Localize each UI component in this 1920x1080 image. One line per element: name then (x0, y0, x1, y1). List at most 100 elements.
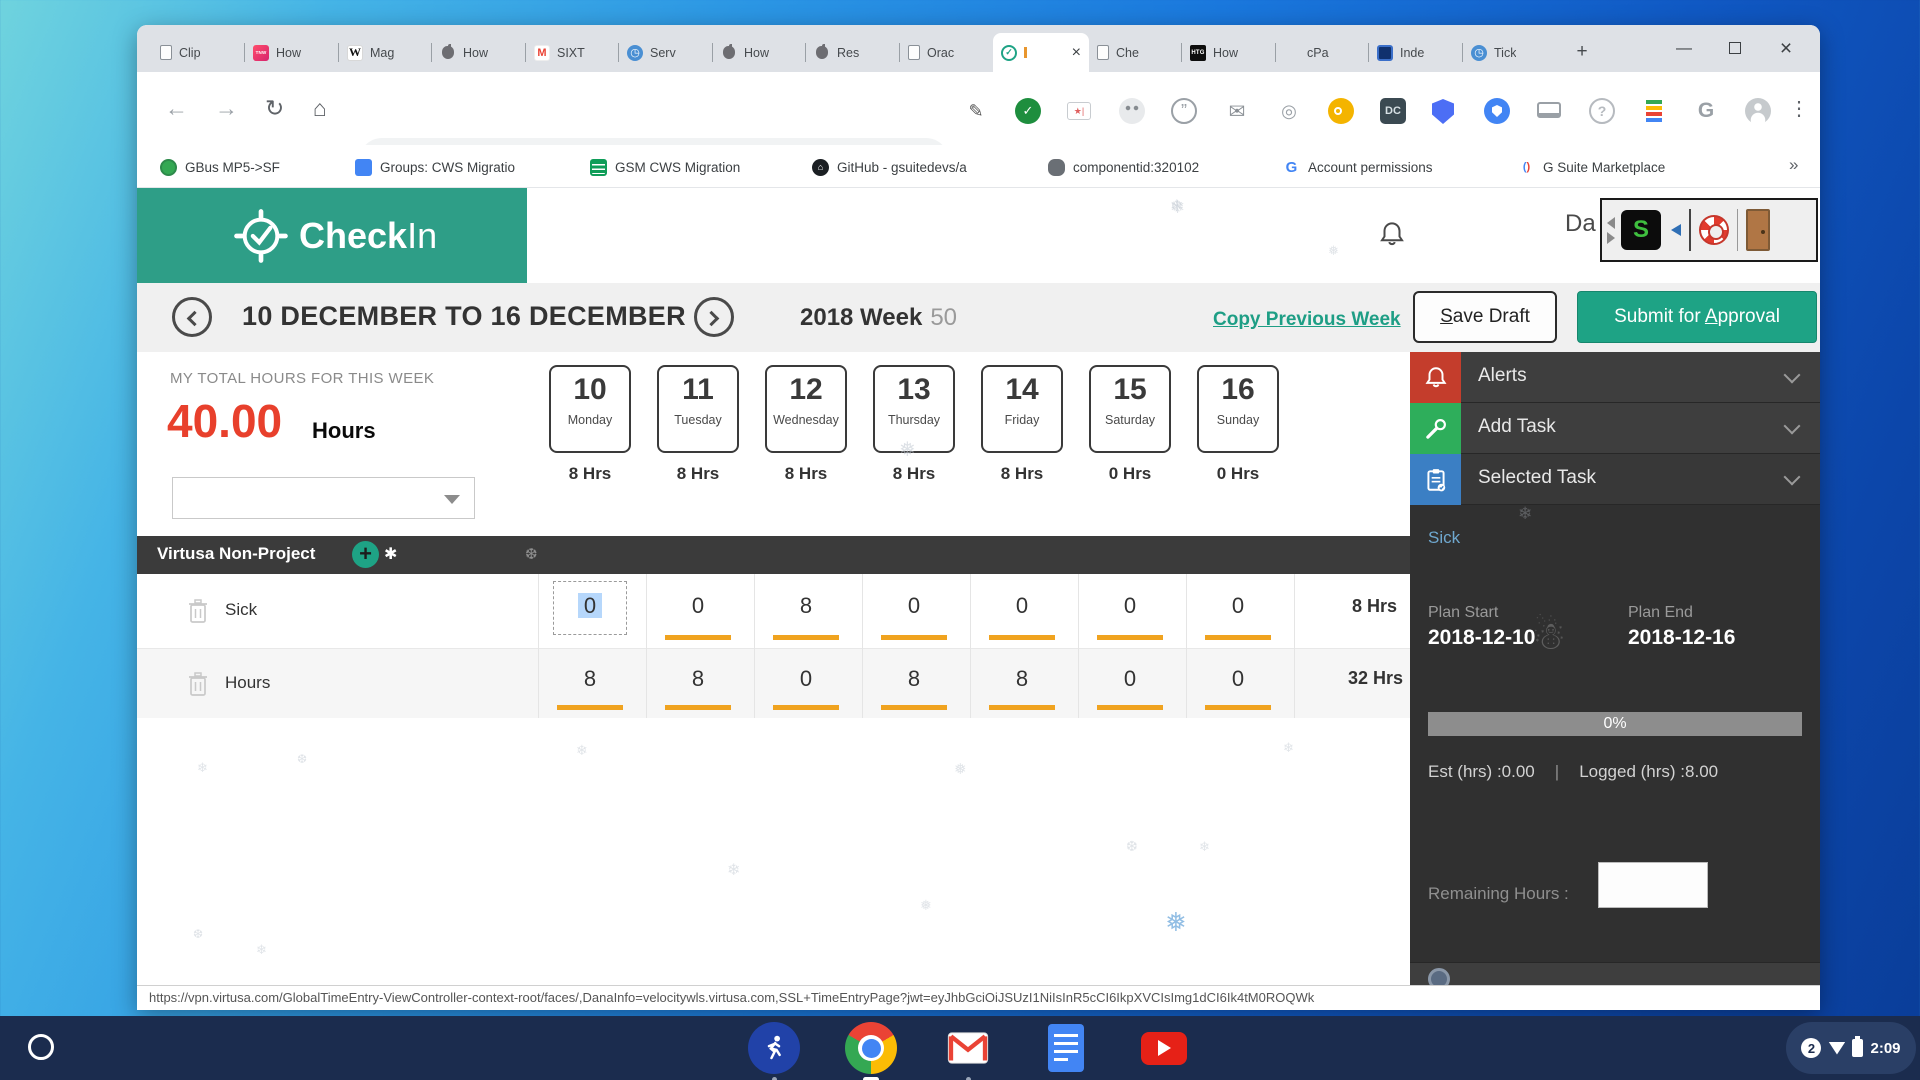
day-card-friday[interactable]: 14Friday (981, 365, 1063, 453)
previous-week-button[interactable] (172, 297, 212, 337)
help-lifebuoy-icon[interactable] (1699, 215, 1729, 245)
tab-serv-clock[interactable]: ◷Serv (619, 33, 712, 72)
hour-cell-input[interactable]: 0 (1076, 593, 1184, 619)
close-window-button[interactable]: × (1771, 36, 1801, 62)
ext-striped-shield-icon[interactable] (1432, 99, 1454, 124)
remaining-hours-input[interactable] (1598, 862, 1708, 908)
ext-sketch-pen-icon[interactable]: ✎ (963, 98, 989, 124)
day-card-saturday[interactable]: 15Saturday (1089, 365, 1171, 453)
tab-how-apple2[interactable]: How (713, 33, 806, 72)
hour-cell-input[interactable]: 0 (536, 593, 644, 619)
bookmarks-overflow-icon[interactable]: » (1789, 155, 1798, 175)
new-tab-button[interactable]: + (1569, 39, 1595, 65)
hour-cell-input[interactable]: 8 (860, 666, 968, 692)
copy-previous-week-link[interactable]: Copy Previous Week (1213, 309, 1401, 331)
hour-cell-input[interactable]: 0 (968, 593, 1076, 619)
add-task-row-button[interactable]: + (352, 541, 379, 568)
bookmark-gbus[interactable]: GBus MP5->SF (160, 155, 280, 179)
launcher-button[interactable] (28, 1034, 54, 1060)
day-card-wednesday[interactable]: 12Wednesday (765, 365, 847, 453)
bookmark-gsuite-marketplace[interactable]: ()G Suite Marketplace (1518, 155, 1665, 179)
bookmark-account-permissions[interactable]: GAccount permissions (1283, 155, 1433, 179)
docs-icon[interactable] (1040, 1022, 1092, 1074)
close-tab-icon[interactable]: × (1072, 45, 1081, 61)
tab-checkin-active[interactable]: ✓ × (993, 33, 1089, 72)
hour-cell-input[interactable]: 0 (752, 666, 860, 692)
save-key: S (1440, 306, 1453, 327)
tab-how-htg[interactable]: HTGHow (1182, 33, 1275, 72)
browser-menu-icon[interactable]: ⋮ (1789, 96, 1809, 121)
hour-cell-input[interactable]: 0 (644, 593, 752, 619)
tab-cpanel[interactable]: cPa (1276, 33, 1369, 72)
tab-index[interactable]: Inde (1369, 33, 1462, 72)
ext-card-stars-icon[interactable]: ★| (1067, 102, 1091, 120)
hour-cell-input[interactable]: 0 (1076, 666, 1184, 692)
day-card-sunday[interactable]: 16Sunday (1197, 365, 1279, 453)
accordion-selected-task[interactable]: Selected Task (1410, 454, 1820, 505)
delete-row-icon[interactable] (187, 671, 209, 697)
tab-sixt-gmail[interactable]: MSIXT (526, 33, 619, 72)
tab-tick-clock[interactable]: ◷Tick (1463, 33, 1556, 72)
bookmark-gsm[interactable]: GSM CWS Migration (590, 155, 740, 179)
hour-cell-input[interactable]: 8 (968, 666, 1076, 692)
save-draft-button[interactable]: Save Draft (1413, 291, 1557, 343)
chrome-icon[interactable] (845, 1022, 897, 1074)
notification-bell-icon[interactable] (1377, 218, 1407, 250)
gmail-icon[interactable] (942, 1022, 994, 1074)
accordion-partial-row[interactable] (1410, 962, 1820, 985)
home-icon[interactable]: ⌂ (313, 97, 327, 120)
day-card-tuesday[interactable]: 11Tuesday (657, 365, 739, 453)
bookmark-github[interactable]: ⌂GitHub - gsuitedevs/a (812, 155, 967, 179)
user-name-truncated[interactable]: Da (1565, 210, 1596, 238)
tab-mag-wikipedia[interactable]: WMag (339, 33, 432, 72)
tab-res-apple[interactable]: Res (806, 33, 899, 72)
maximize-button[interactable] (1720, 36, 1750, 62)
running-app-icon[interactable] (748, 1022, 800, 1074)
ext-ghost-icon[interactable] (1119, 98, 1145, 124)
collapse-arrows-icon[interactable] (1607, 217, 1615, 244)
tab-che[interactable]: Che (1089, 33, 1182, 72)
ext-g-icon[interactable]: G (1693, 98, 1719, 124)
ext-quote-bubble-icon[interactable]: ” (1171, 98, 1197, 124)
tab-how-apple[interactable]: How (432, 33, 525, 72)
ext-profile-icon[interactable] (1745, 98, 1771, 124)
ext-rings-icon[interactable]: ◎ (1276, 98, 1302, 124)
exit-door-icon[interactable] (1746, 209, 1770, 251)
tab-clip[interactable]: Clip (152, 33, 245, 72)
accordion-alerts[interactable]: Alerts (1410, 352, 1820, 403)
accordion-add-task[interactable]: Add Task (1410, 403, 1820, 454)
hour-cell-input[interactable]: 0 (860, 593, 968, 619)
day-card-thursday[interactable]: 13Thursday (873, 365, 955, 453)
minimize-button[interactable]: — (1669, 36, 1699, 62)
reload-icon[interactable]: ↻ (265, 97, 284, 120)
back-icon[interactable]: ← (165, 97, 188, 120)
day-card-monday[interactable]: 10Monday (549, 365, 631, 453)
ext-color-stack-icon[interactable] (1641, 98, 1667, 124)
youtube-icon[interactable] (1138, 1022, 1190, 1074)
bookmark-componentid[interactable]: componentid:320102 (1048, 155, 1199, 179)
delete-row-icon[interactable] (187, 598, 209, 624)
next-week-button[interactable] (694, 297, 734, 337)
ext-dc-badge-icon[interactable]: DC (1380, 98, 1406, 124)
ext-gold-key-icon[interactable] (1328, 98, 1354, 124)
ext-globe-shield-icon[interactable] (1484, 98, 1510, 124)
tab-how-tnw[interactable]: TNWHow (245, 33, 338, 72)
tab-orac[interactable]: Orac (900, 33, 993, 72)
s-logo-chip-icon[interactable]: S (1621, 210, 1661, 250)
project-dropdown[interactable] (172, 477, 475, 519)
hour-cell-input[interactable]: 0 (1184, 666, 1292, 692)
hour-cell-input[interactable]: 8 (644, 666, 752, 692)
forward-icon[interactable]: → (215, 97, 238, 120)
hour-cell-input[interactable]: 8 (752, 593, 860, 619)
ext-green-check-icon[interactable]: ✓ (1015, 98, 1041, 124)
blue-arrow-icon[interactable] (1671, 224, 1681, 236)
ext-mail-compose-icon[interactable]: ✉ (1224, 98, 1250, 124)
ext-laptop-icon[interactable] (1537, 102, 1561, 118)
status-tray[interactable]: 2 2:09 (1786, 1022, 1916, 1074)
ext-help-circle-icon[interactable]: ? (1589, 98, 1615, 124)
hour-cell-input[interactable]: 8 (536, 666, 644, 692)
bookmark-groups[interactable]: Groups: CWS Migratio (355, 155, 515, 179)
submit-for-approval-button[interactable]: Submit for Approval (1577, 291, 1817, 343)
selected-task-name[interactable]: Sick (1428, 528, 1460, 548)
hour-cell-input[interactable]: 0 (1184, 593, 1292, 619)
